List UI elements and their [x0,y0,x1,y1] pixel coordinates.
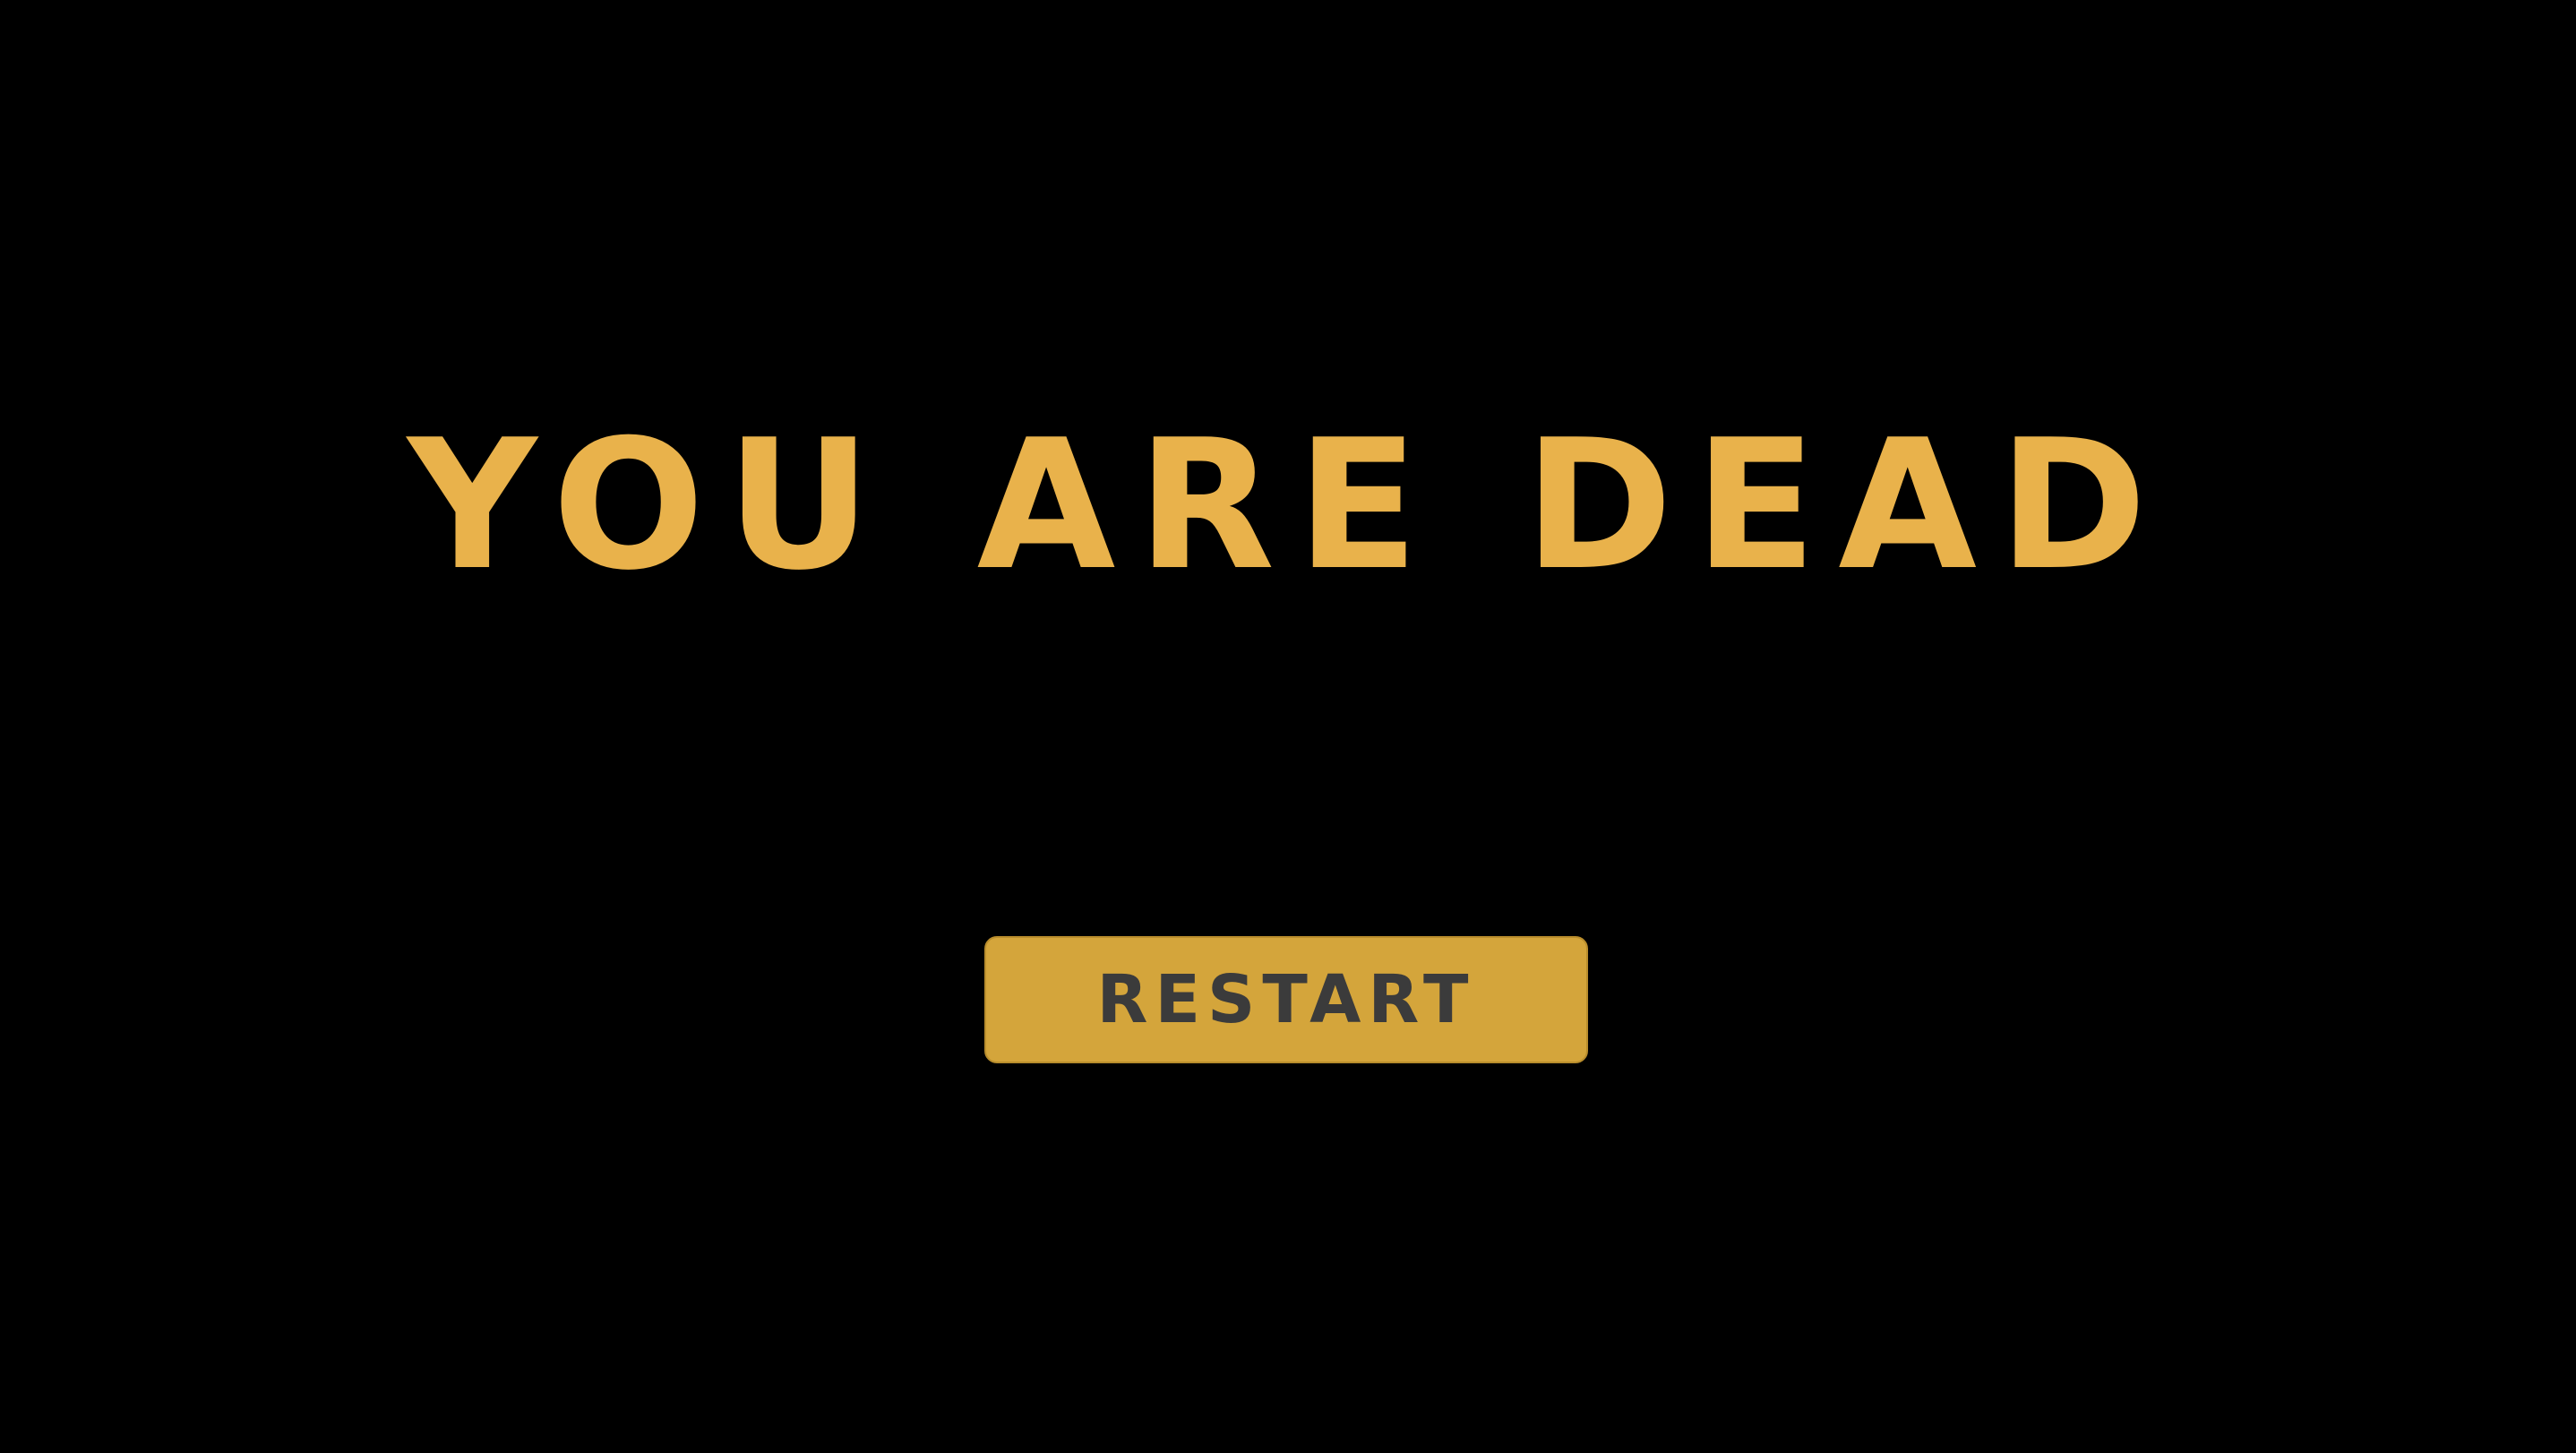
game-over-title: YOU ARE DEAD [407,401,2169,610]
game-over-screen: YOU ARE DEAD RESTART [0,0,2576,1453]
restart-button[interactable]: RESTART [984,936,1588,1063]
